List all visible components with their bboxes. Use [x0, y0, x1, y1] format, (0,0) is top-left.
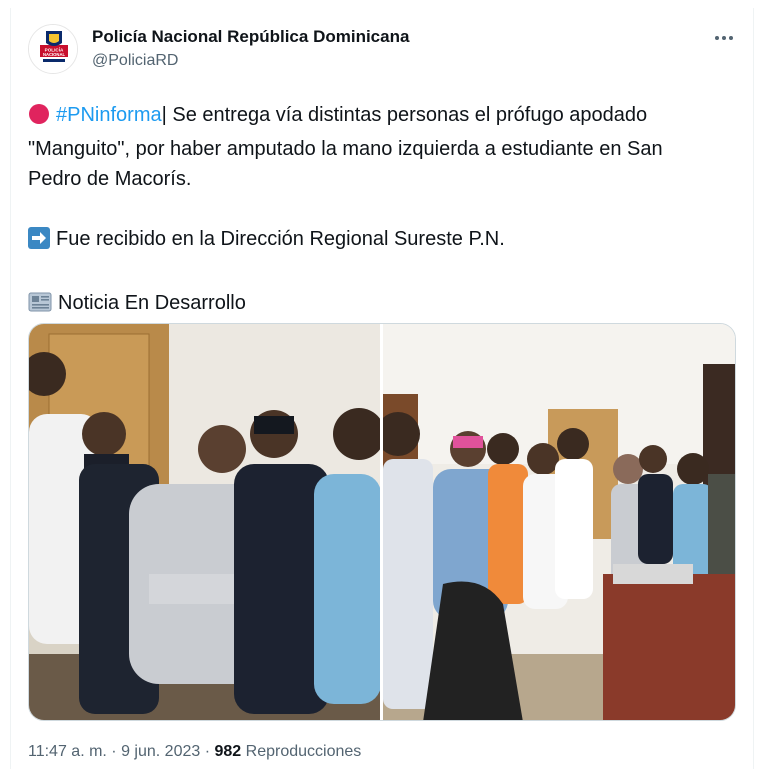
tweet-line-2: "Manguito", por haber amputado la mano i…: [28, 138, 663, 160]
avatar[interactable]: POLICÍA NACIONAL: [28, 24, 78, 74]
policia-nacional-logo-icon: POLICÍA NACIONAL: [29, 25, 77, 73]
tweet-meta: 11:47 a. m. · 9 jun. 2023 · 982 Reproduc…: [28, 743, 362, 760]
hashtag-link[interactable]: #PNinforma: [56, 104, 162, 126]
tweet-line-3: Pedro de Macorís.: [28, 168, 192, 190]
tweet-line-1-text: | Se entrega vía distintas personas el p…: [161, 104, 648, 126]
photo-right[interactable]: [383, 324, 735, 720]
views-count: 982: [214, 743, 242, 760]
newspaper-icon: [28, 291, 52, 322]
tweet-line-4-text: Fue recibido en la Dirección Regional Su…: [56, 228, 505, 250]
views-link[interactable]: 982 Reproducciones: [214, 743, 361, 760]
tweet-line-4: Fue recibido en la Dirección Regional Su…: [28, 224, 728, 258]
tweet-time: 11:47 a. m.: [28, 743, 107, 760]
tweet-line-5: Noticia En Desarrollo: [28, 288, 728, 322]
more-options-icon: [715, 36, 733, 40]
tweet-line-5-text: Noticia En Desarrollo: [58, 292, 246, 314]
right-arrow-icon: [28, 227, 50, 258]
red-circle-icon: [28, 103, 50, 134]
timestamp-link[interactable]: 11:47 a. m. · 9 jun. 2023: [28, 743, 200, 760]
tweet-media: [28, 323, 736, 721]
more-options-button[interactable]: [712, 26, 736, 50]
tweet-line-1: #PNinforma| Se entrega vía distintas per…: [28, 100, 728, 134]
tweet-text: #PNinforma| Se entrega vía distintas per…: [28, 100, 728, 322]
photo-left[interactable]: [29, 324, 380, 720]
photo-icon: [383, 324, 735, 720]
tweet-date: 9 jun. 2023: [121, 743, 201, 760]
display-name[interactable]: Policía Nacional República Dominicana: [92, 27, 409, 47]
photo-icon: [29, 324, 380, 720]
views-label: Reproducciones: [241, 743, 362, 760]
account-handle[interactable]: @PoliciaRD: [92, 52, 178, 70]
svg-text:NACIONAL: NACIONAL: [43, 52, 66, 57]
